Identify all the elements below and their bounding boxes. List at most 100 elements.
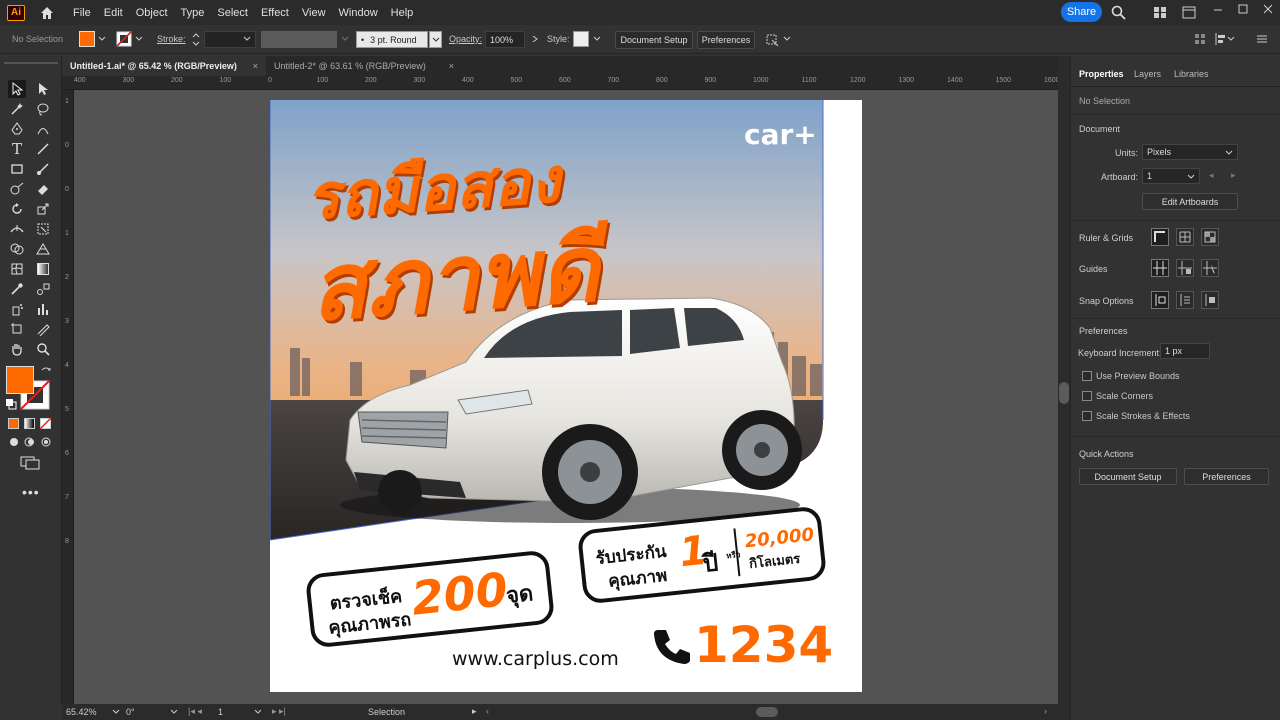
direct-selection-tool[interactable] <box>34 80 52 98</box>
gradient-mode-icon[interactable] <box>24 418 35 429</box>
fill-swatch[interactable] <box>79 31 95 47</box>
tab-libraries[interactable]: Libraries <box>1174 69 1209 79</box>
pen-tool[interactable] <box>8 120 26 138</box>
units-dropdown[interactable]: Pixels <box>1142 144 1238 160</box>
snap-to-point-icon[interactable] <box>1151 291 1169 309</box>
artboard-tool[interactable] <box>8 320 26 338</box>
chevron-down-icon[interactable] <box>593 36 601 42</box>
color-mode-icon[interactable] <box>8 418 19 429</box>
search-icon[interactable] <box>1111 5 1126 20</box>
rectangle-tool[interactable] <box>8 160 26 178</box>
draw-normal-icon[interactable] <box>8 436 20 448</box>
free-transform-tool[interactable] <box>34 220 52 238</box>
selection-tool[interactable] <box>8 80 26 98</box>
first-artboard-icon[interactable]: |◂ ◂ <box>188 706 202 717</box>
snap-to-glyph-icon[interactable] <box>1201 291 1219 309</box>
fill-color-swatch[interactable] <box>6 366 34 394</box>
close-icon[interactable]: × <box>449 61 454 71</box>
previous-artboard-icon[interactable]: ◂ <box>1209 170 1214 181</box>
type-tool[interactable]: T <box>8 140 26 158</box>
next-artboard-icon[interactable]: ▸ <box>1231 170 1236 181</box>
chevron-down-icon[interactable] <box>135 36 143 42</box>
swap-colors-icon[interactable] <box>40 366 52 378</box>
use-preview-bounds-checkbox[interactable]: Use Preview Bounds <box>1082 371 1180 381</box>
width-tool[interactable] <box>8 220 26 238</box>
horizontal-scroll-thumb[interactable] <box>756 707 778 717</box>
draw-behind-icon[interactable] <box>24 436 36 448</box>
artboard-dropdown[interactable]: 1 <box>1142 168 1200 184</box>
scroll-right-icon[interactable]: › <box>1044 706 1047 716</box>
horizontal-ruler[interactable]: 400 300 200 100 0 100 200 300 400 500 600 700 800 900… <box>62 76 1157 90</box>
rotate-tool[interactable] <box>8 200 26 218</box>
variable-width-profile[interactable] <box>261 31 337 48</box>
workspace-icon[interactable] <box>1153 6 1167 19</box>
stroke-swatch[interactable] <box>116 31 132 47</box>
panel-menu-icon[interactable] <box>1255 32 1269 46</box>
stroke-label[interactable]: Stroke: <box>157 34 186 44</box>
vertical-ruler[interactable]: 1 0 0 1 2 3 4 5 6 7 8 <box>62 90 74 704</box>
stroke-weight-stepper[interactable] <box>190 31 202 48</box>
menu-file[interactable]: File <box>73 7 91 19</box>
vertical-scroll-thumb[interactable] <box>1059 382 1069 404</box>
ruler-icon[interactable] <box>1151 228 1169 246</box>
next-artboard-icon[interactable]: ▸ ▸| <box>272 706 286 717</box>
toolbar-grip[interactable] <box>4 62 58 64</box>
maximize-icon[interactable] <box>1237 3 1249 15</box>
curvature-tool[interactable] <box>34 120 52 138</box>
brush-dropdown-toggle[interactable] <box>429 31 442 48</box>
column-graph-tool[interactable] <box>34 300 52 318</box>
perspective-grid-tool[interactable] <box>34 240 52 258</box>
align-icon[interactable] <box>1193 32 1207 46</box>
shaper-tool[interactable] <box>8 180 26 198</box>
distribute-icon[interactable] <box>1214 32 1228 46</box>
tab-untitled-2[interactable]: Untitled-2* @ 63.61 % (RGB/Preview) × <box>266 56 462 76</box>
transparency-grid-icon[interactable] <box>1201 228 1219 246</box>
minimize-icon[interactable] <box>1212 4 1224 16</box>
preferences-button[interactable]: Preferences <box>697 31 755 49</box>
none-mode-icon[interactable] <box>40 418 51 429</box>
edit-artboards-button[interactable]: Edit Artboards <box>1142 193 1238 210</box>
tab-layers[interactable]: Layers <box>1134 69 1161 79</box>
brush-definition-dropdown[interactable]: • 3 pt. Round <box>356 31 428 48</box>
menu-select[interactable]: Select <box>217 7 248 19</box>
hand-tool[interactable] <box>8 340 26 358</box>
gradient-tool[interactable] <box>34 260 52 278</box>
chevron-down-icon[interactable] <box>1227 36 1235 42</box>
symbol-sprayer-tool[interactable] <box>8 300 26 318</box>
edit-toolbar-icon[interactable]: ••• <box>22 484 40 500</box>
opacity-input[interactable]: 100% <box>485 31 525 48</box>
artboard[interactable]: car+ รถมือสอง สภาพดี ตรวจเช็ค คุณภาพรถ 2… <box>270 100 862 692</box>
menu-edit[interactable]: Edit <box>104 7 123 19</box>
chevron-down-icon[interactable] <box>783 36 791 42</box>
rotation-value[interactable]: 0° <box>126 707 135 717</box>
line-segment-tool[interactable] <box>34 140 52 158</box>
eyedropper-tool[interactable] <box>8 280 26 298</box>
scale-strokes-checkbox[interactable]: Scale Strokes & Effects <box>1082 411 1190 421</box>
blend-tool[interactable] <box>34 280 52 298</box>
arrange-documents-icon[interactable] <box>1182 6 1196 19</box>
share-button[interactable]: Share <box>1061 2 1102 22</box>
transform-icon[interactable] <box>764 32 780 48</box>
scale-corners-checkbox[interactable]: Scale Corners <box>1082 391 1153 401</box>
menu-view[interactable]: View <box>302 7 326 19</box>
menu-object[interactable]: Object <box>136 7 168 19</box>
tab-properties[interactable]: Properties <box>1079 69 1124 79</box>
opacity-label[interactable]: Opacity: <box>449 34 482 44</box>
slice-tool[interactable] <box>34 320 52 338</box>
draw-inside-icon[interactable] <box>40 436 52 448</box>
eraser-tool[interactable] <box>34 180 52 198</box>
screen-mode-icon[interactable] <box>20 456 40 470</box>
grid-icon[interactable] <box>1176 228 1194 246</box>
tab-untitled-1[interactable]: Untitled-1.ai* @ 65.42 % (RGB/Preview) × <box>62 56 266 76</box>
mesh-tool[interactable] <box>8 260 26 278</box>
scroll-left-icon[interactable]: ‹ <box>486 706 489 716</box>
shape-builder-tool[interactable] <box>8 240 26 258</box>
default-colors-icon[interactable] <box>5 398 17 410</box>
keyboard-increment-input[interactable]: 1 px <box>1160 343 1210 359</box>
chevron-right-icon[interactable] <box>531 36 539 42</box>
lock-guides-icon[interactable] <box>1176 259 1194 277</box>
zoom-level[interactable]: 65.42% <box>66 707 97 717</box>
chevron-down-icon[interactable] <box>98 36 106 42</box>
show-guides-icon[interactable] <box>1151 259 1169 277</box>
chevron-down-icon[interactable] <box>170 709 178 715</box>
